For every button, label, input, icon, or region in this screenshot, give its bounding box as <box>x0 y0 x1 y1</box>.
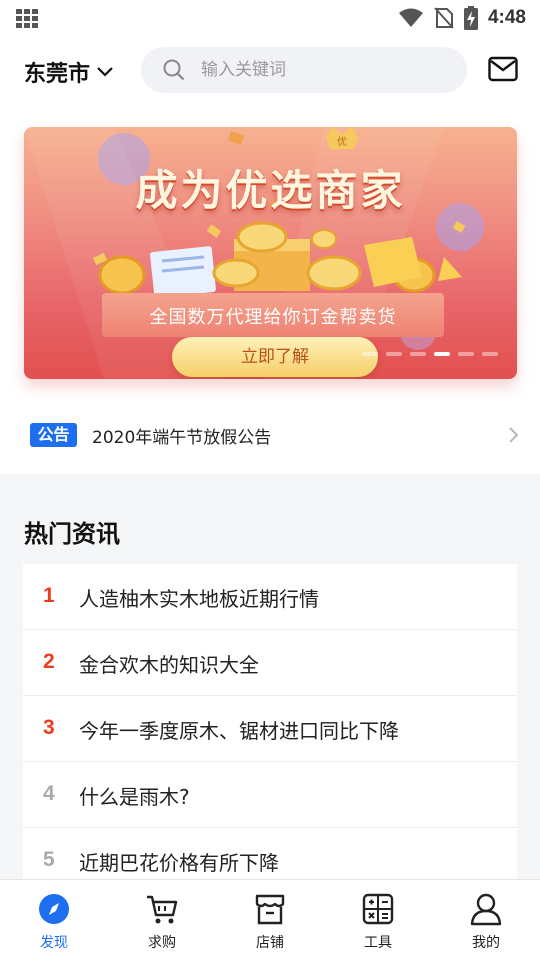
app-grid-icon <box>16 9 38 29</box>
carousel-dot[interactable] <box>482 352 498 356</box>
no-sim-icon <box>434 7 454 29</box>
carousel-dot[interactable] <box>386 352 402 356</box>
hot-news-section: 热门资讯 1 人造柚木实木地板近期行情 2 金合欢木的知识大全 3 今年一季度原… <box>0 474 540 894</box>
paper-icon <box>150 246 216 298</box>
search-input[interactable] <box>201 60 431 80</box>
nav-label: 发现 <box>40 935 68 951</box>
promo-banner[interactable]: 优 成为优选商家 全国数万代理给你订金帮卖货 立即了解 <box>24 127 517 379</box>
nav-label: 工具 <box>364 935 392 951</box>
nav-item-tools[interactable]: 工具 <box>324 880 432 960</box>
news-rank: 3 <box>43 716 55 739</box>
announcement-bar[interactable]: 公告 2020年端午节放假公告 <box>24 413 520 455</box>
news-item[interactable]: 4 什么是雨木? <box>23 762 517 828</box>
chevron-right-icon <box>509 427 519 443</box>
nav-label: 店铺 <box>256 935 284 951</box>
wifi-icon <box>398 8 423 27</box>
carousel-dot-active[interactable] <box>434 352 450 356</box>
banner-subtitle: 全国数万代理给你订金帮卖货 <box>149 307 397 328</box>
nav-item-profile[interactable]: 我的 <box>432 880 540 960</box>
search-icon <box>163 59 185 81</box>
news-title: 今年一季度原木、锯材进口同比下降 <box>79 719 399 743</box>
calculator-icon <box>362 893 394 925</box>
news-title: 近期巴花价格有所下降 <box>79 851 279 875</box>
news-rank: 5 <box>43 848 55 871</box>
app-screen: 4:48 东莞市 输入关键词 优 成为优选商家 全国数万代理给你订金帮卖货 立即… <box>0 0 540 960</box>
news-rank: 4 <box>43 782 55 805</box>
carousel-indicator <box>362 352 498 356</box>
search-box[interactable] <box>141 47 467 93</box>
announcement-text: 2020年端午节放假公告 <box>92 428 272 448</box>
nav-item-store[interactable]: 店铺 <box>216 880 324 960</box>
cart-icon <box>147 895 178 924</box>
news-rank: 2 <box>43 650 55 673</box>
crown-badge-label: 优 <box>337 135 347 148</box>
mail-icon[interactable] <box>488 56 518 82</box>
nav-label: 求购 <box>148 935 176 951</box>
city-label: 东莞市 <box>24 62 91 87</box>
user-icon <box>470 893 502 926</box>
news-rank: 1 <box>43 584 55 607</box>
section-title: 热门资讯 <box>24 520 120 548</box>
banner-subtitle-panel: 全国数万代理给你订金帮卖货 <box>102 293 444 337</box>
banner-headline: 成为优选商家 <box>135 166 406 215</box>
news-list: 1 人造柚木实木地板近期行情 2 金合欢木的知识大全 3 今年一季度原木、锯材进… <box>23 564 517 894</box>
nav-item-discover[interactable]: 发现 <box>0 880 108 960</box>
status-icons: 4:48 <box>398 6 526 30</box>
status-bar: 4:48 <box>0 0 540 36</box>
city-selector[interactable]: 东莞市 <box>24 56 114 88</box>
nav-label: 我的 <box>472 935 500 951</box>
battery-charging-icon <box>463 6 478 30</box>
status-time: 4:48 <box>487 7 526 28</box>
store-icon <box>255 894 285 925</box>
carousel-dot[interactable] <box>458 352 474 356</box>
bottom-nav: 发现 求购 店铺 工具 我的 <box>0 879 540 960</box>
chevron-down-icon <box>97 67 113 77</box>
carousel-dot[interactable] <box>410 352 426 356</box>
news-item[interactable]: 2 金合欢木的知识大全 <box>23 630 517 696</box>
news-title: 什么是雨木? <box>79 785 190 809</box>
top-header: 东莞市 <box>0 44 540 96</box>
carousel-dot[interactable] <box>362 352 378 356</box>
compass-icon <box>39 894 69 924</box>
news-title: 人造柚木实木地板近期行情 <box>79 587 319 611</box>
news-title: 金合欢木的知识大全 <box>79 653 259 677</box>
nav-item-purchase[interactable]: 求购 <box>108 880 216 960</box>
news-item[interactable]: 3 今年一季度原木、锯材进口同比下降 <box>23 696 517 762</box>
news-item[interactable]: 1 人造柚木实木地板近期行情 <box>23 564 517 630</box>
announcement-badge: 公告 <box>30 423 77 447</box>
learn-more-button[interactable]: 立即了解 <box>172 337 378 377</box>
